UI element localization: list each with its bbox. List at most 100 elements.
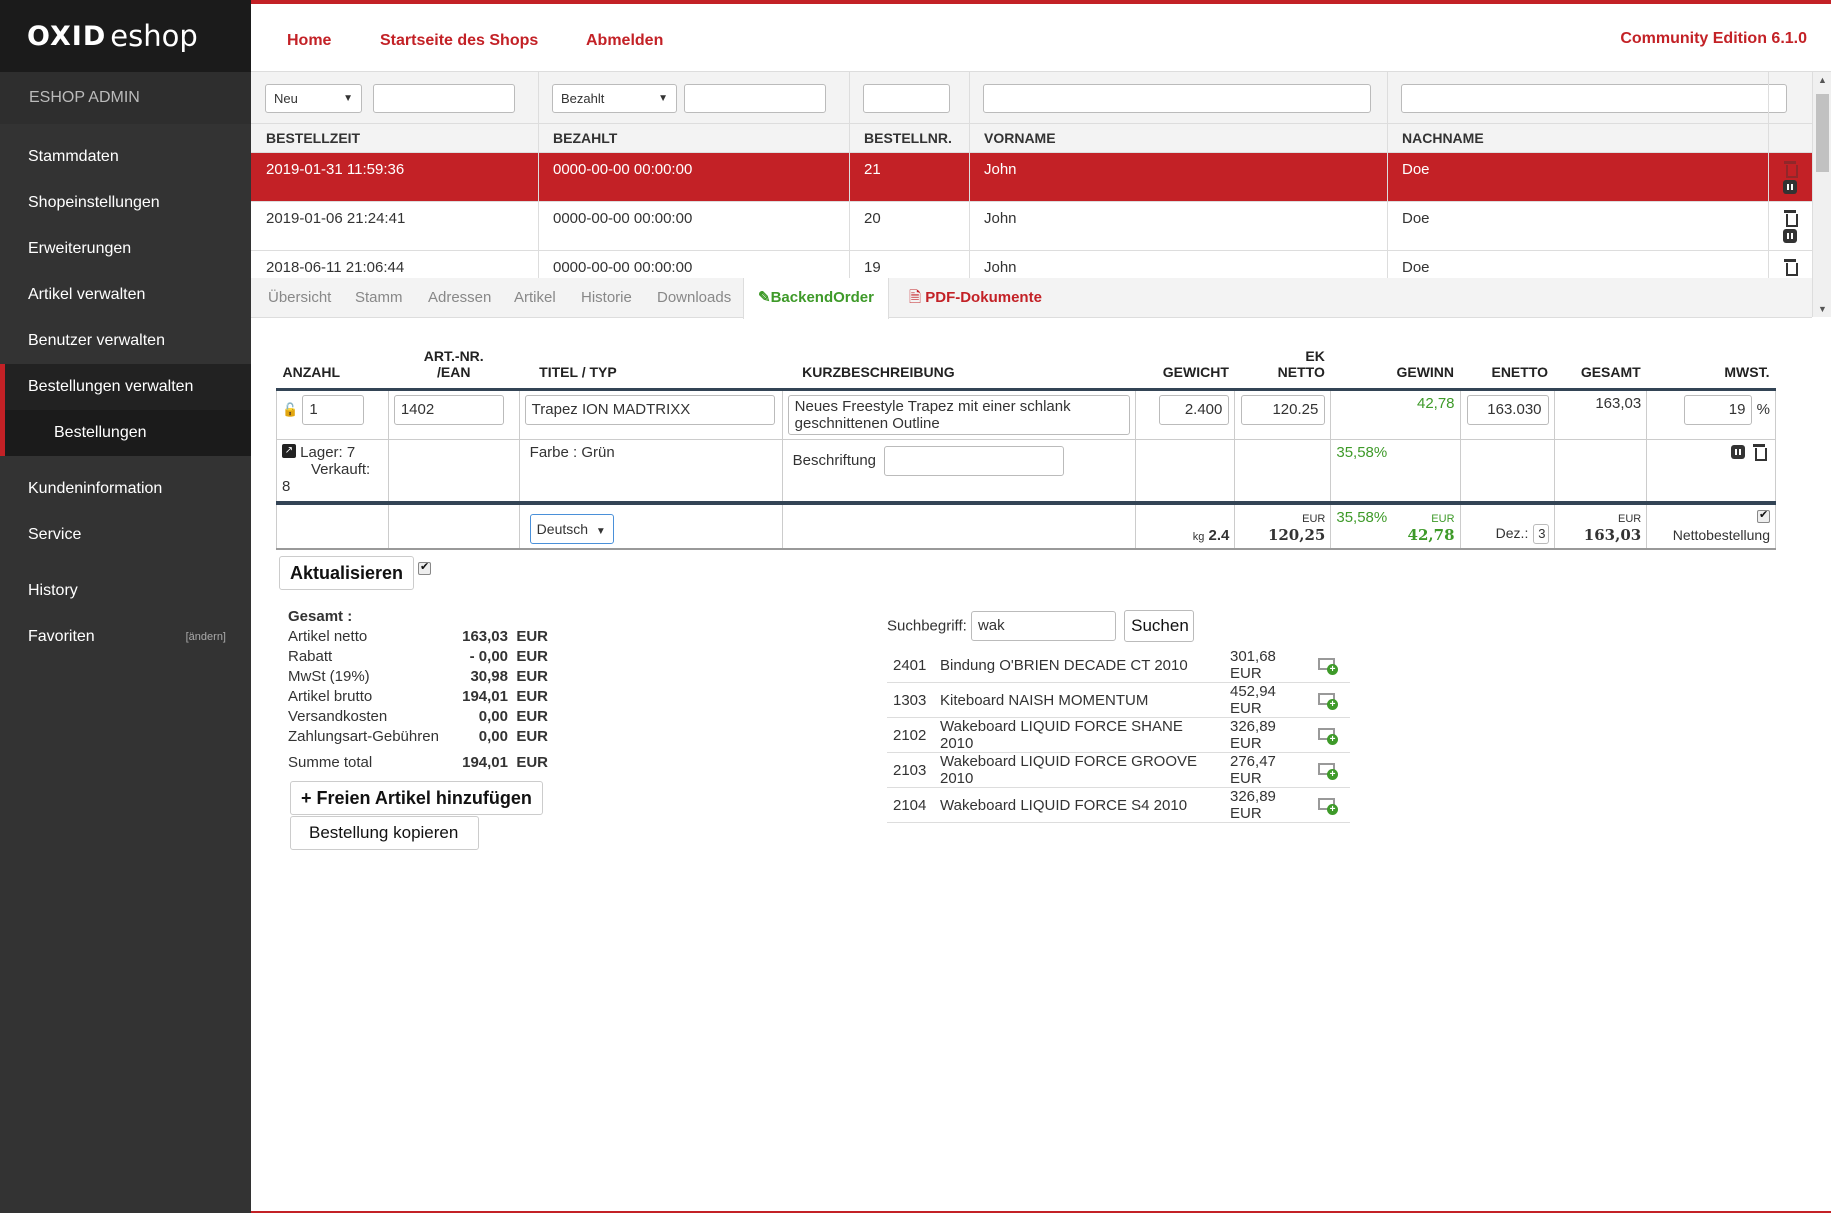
time-filter-input[interactable] (373, 84, 515, 113)
add-to-cart-icon[interactable] (1316, 796, 1338, 815)
cell-bezahlt: 0000-00-00 00:00:00 (538, 151, 849, 201)
table-row[interactable]: 2019-01-06 21:24:41 0000-00-00 00:00:00 … (251, 200, 1812, 250)
vat-input[interactable]: 19 (1684, 394, 1753, 425)
tab-stamm[interactable]: Stamm (355, 278, 403, 318)
variant-cell: Farbe : Grün (518, 438, 783, 504)
sum-weight: 2.4 (1208, 527, 1230, 544)
table-row[interactable]: 2019-01-31 11:59:36 0000-00-00 00:00:00 … (251, 151, 1812, 201)
search-button[interactable]: Suchen (1124, 610, 1195, 642)
cell-nachname: Doe (1387, 200, 1768, 250)
sidebar-item-favoriten[interactable]: Favoriten [ändern] (0, 614, 251, 660)
paid-date-filter-input[interactable] (684, 84, 826, 113)
add-free-item-button[interactable]: + Freien Artikel hinzufügen (290, 781, 543, 815)
scroll-up-icon[interactable]: ▲ (1818, 75, 1827, 85)
weight-cell: 2.400 (1134, 387, 1236, 440)
artnr-cell: 1402 (387, 387, 520, 440)
decimal-input[interactable]: 3 (1532, 524, 1549, 544)
add-to-cart-icon[interactable] (1316, 726, 1338, 745)
stock-cell: ↗ Lager: 7 Verkauft: 8 (276, 438, 389, 504)
enetto-input[interactable]: 163.030 (1466, 394, 1549, 425)
table-row[interactable]: 2018-06-11 21:06:44 0000-00-00 00:00:00 … (251, 249, 1812, 278)
shop-start-link[interactable]: Startseite des Shops (380, 32, 538, 50)
sidebar-item-erweiterungen[interactable]: Erweiterungen (0, 226, 251, 272)
col-nachname[interactable]: NACHNAME (1387, 124, 1768, 152)
result-nr: 2104 (887, 787, 934, 823)
totals-currency: EUR (516, 708, 548, 725)
add-to-cart-icon[interactable] (1316, 691, 1338, 710)
tab-pdf-dokumente[interactable]: 🗎 PDF-Dokumente (909, 278, 1042, 318)
home-link[interactable]: Home (287, 32, 331, 50)
sidebar-subitem-bestellungen[interactable]: Bestellungen (0, 410, 251, 456)
title-input[interactable]: Trapez ION MADTRIXX (524, 394, 775, 425)
sidebar-item-service[interactable]: Service (0, 512, 251, 558)
delete-item-icon[interactable] (1753, 443, 1767, 461)
col-vorname[interactable]: VORNAME (969, 124, 1387, 152)
totals-currency: EUR (516, 754, 548, 771)
sidebar-item-history[interactable]: History (0, 568, 251, 614)
empty-cell (781, 501, 1136, 550)
scrollbar-thumb[interactable] (1816, 94, 1829, 172)
oxid-logo[interactable]: OXID eshop (0, 0, 251, 72)
filter-row: Neu ▼ Bezahlt ▼ (251, 72, 1812, 124)
artnr-input[interactable]: 1402 (393, 394, 504, 425)
search-input[interactable]: wak (970, 611, 1116, 641)
sidebar-item-kundeninformation[interactable]: Kundeninformation (0, 466, 251, 512)
add-to-cart-icon[interactable] (1316, 656, 1338, 675)
sidebar-item-artikel[interactable]: Artikel verwalten (0, 272, 251, 318)
col-bestellzeit[interactable]: BESTELLZEIT (251, 124, 538, 152)
title-cell: Trapez ION MADTRIXX (518, 387, 783, 440)
tab-adressen[interactable]: Adressen (428, 278, 491, 318)
col-gesamt: GESAMT (1580, 363, 1641, 380)
sidebar-item-bestellungen-verwalten[interactable]: Bestellungen verwalten (0, 364, 251, 410)
lock-icon[interactable]: 🔓 (282, 402, 298, 417)
edit-item-icon[interactable]: ↗ (282, 443, 296, 458)
delete-icon[interactable] (1784, 160, 1798, 178)
tab-uebersicht[interactable]: Übersicht (268, 278, 331, 318)
quantity-input[interactable]: 1 (302, 394, 365, 425)
firstname-filter-input[interactable] (983, 84, 1371, 113)
ordernr-filter-input[interactable] (863, 84, 950, 113)
ek-input[interactable]: 120.25 (1241, 394, 1326, 425)
cell-bestellnr: 19 (849, 249, 969, 278)
logout-link[interactable]: Abmelden (586, 32, 663, 50)
inscription-input[interactable] (884, 445, 1065, 476)
sold-label: Verkauft: (311, 460, 371, 478)
update-checkbox[interactable] (418, 560, 431, 575)
delete-icon[interactable] (1784, 209, 1798, 227)
totals-value: 0,00 (478, 708, 508, 725)
netto-order-checkbox[interactable] (1757, 508, 1770, 523)
paid-filter-select[interactable]: Bezahlt ▼ (552, 84, 677, 113)
favoriten-edit-link[interactable]: [ändern] (186, 614, 226, 660)
totals-label: Artikel brutto (288, 688, 373, 705)
scroll-down-icon[interactable]: ▼ (1818, 304, 1827, 314)
sidebar-item-benutzer[interactable]: Benutzer verwalten (0, 318, 251, 364)
tab-backendorder[interactable]: ✎BackendOrder (743, 278, 889, 319)
copy-order-button[interactable]: Bestellung kopieren (290, 816, 479, 850)
pause-item-icon[interactable] (1730, 444, 1745, 459)
sidebar-nav: Stammdaten Shopeinstellungen Erweiterung… (0, 124, 251, 660)
pause-icon[interactable] (1783, 179, 1797, 194)
col-bezahlt[interactable]: BEZAHLT (538, 124, 849, 152)
lastname-filter-input[interactable] (1401, 84, 1787, 113)
tab-downloads[interactable]: Downloads (657, 278, 731, 318)
pause-icon[interactable] (1783, 228, 1797, 243)
list-scrollbar[interactable]: ▲ ▼ (1812, 72, 1831, 317)
weight-input[interactable]: 2.400 (1159, 394, 1230, 425)
col-anzahl: ANZAHL (282, 363, 341, 380)
add-to-cart-icon[interactable] (1316, 761, 1338, 780)
status-filter-select[interactable]: Neu ▼ (265, 84, 362, 113)
language-value: Deutsch (536, 521, 589, 537)
totals-label: Summe total (288, 754, 373, 771)
language-select[interactable]: Deutsch ▼ (529, 514, 614, 544)
tab-historie[interactable]: Historie (581, 278, 632, 318)
shortdesc-textarea[interactable]: Neues Freestyle Trapez mit einer schlank… (787, 394, 1130, 435)
list-item: 2104 Wakeboard LIQUID FORCE S4 2010 326,… (887, 787, 1350, 823)
add-to-cart-cell (1310, 787, 1350, 823)
cell-vorname: John (969, 151, 1387, 201)
sidebar-item-shopeinstellungen[interactable]: Shopeinstellungen (0, 180, 251, 226)
update-button[interactable]: Aktualisieren (279, 556, 415, 590)
sidebar-item-stammdaten[interactable]: Stammdaten (0, 134, 251, 180)
tab-artikel[interactable]: Artikel (514, 278, 556, 318)
col-bestellnr[interactable]: BESTELLNR. (849, 124, 969, 152)
delete-icon[interactable] (1784, 258, 1798, 276)
